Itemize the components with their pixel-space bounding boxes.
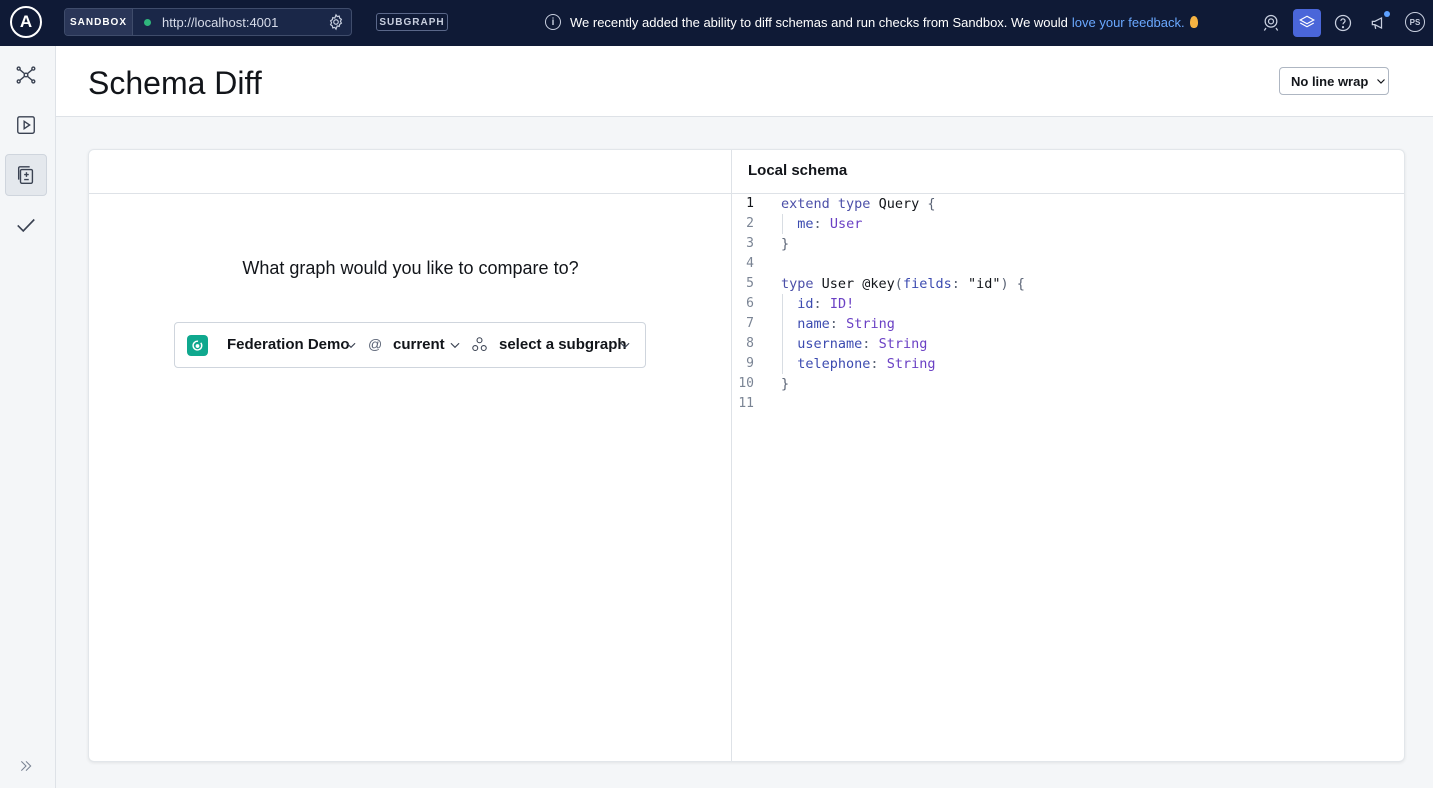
page-header: Schema Diff No line wrap [56,46,1433,117]
line-number: 3 [746,236,754,251]
line-number: 4 [746,256,754,271]
local-schema-header: Local schema [732,150,1404,194]
code-line: 6 id: ID! [732,294,1404,314]
code-line: 1 extend type Query { [732,194,1404,214]
code-line: 3 } [732,234,1404,254]
layers-icon[interactable] [1293,9,1321,37]
connection-status-icon [144,18,151,26]
compare-prompt: What graph would you like to compare to? [242,258,579,278]
graph-logo-icon [187,335,208,356]
expand-sidebar-icon[interactable] [18,758,34,779]
graph-picker: Federation Demo @ current select a subgr… [174,322,646,368]
line-number: 11 [738,396,754,411]
chevron-down-icon [346,342,356,349]
top-bar: A SANDBOX http://localhost:4001 SUBGRAPH… [0,0,1433,46]
sidebar-item-checks[interactable] [5,204,47,246]
line-number: 8 [746,336,754,351]
line-number: 7 [746,316,754,331]
schema-diff-panel: What graph would you like to compare to?… [88,149,1405,762]
line-number: 10 [738,376,754,391]
code-line: 5 type User @key(fields: "id") { [732,274,1404,294]
subgraph-badge: SUBGRAPH [376,13,448,31]
feedback-link[interactable]: love your feedback. [1072,15,1185,30]
local-schema-title: Local schema [748,162,848,179]
line-number: 5 [746,276,754,291]
schema-diff-icon [17,166,34,184]
endpoint-bar: SANDBOX http://localhost:4001 [64,8,352,36]
code-line: 7 name: String [732,314,1404,334]
play-icon [17,116,35,134]
announcement-icon[interactable] [1365,9,1393,37]
help-icon[interactable] [1329,9,1357,37]
chevron-down-icon [620,342,630,349]
code-editor[interactable]: 1 extend type Query { 2 me: User 3 } 4 5… [732,194,1404,414]
chevron-down-icon [1377,79,1386,84]
compare-pane-header [89,150,731,194]
apollo-logo[interactable]: A [10,6,42,38]
graph-select[interactable]: Federation Demo [227,336,350,353]
subgraph-select[interactable]: select a subgraph [499,336,627,353]
sandbox-badge: SANDBOX [65,9,133,35]
lightbulb-icon [1189,16,1198,28]
avatar[interactable]: PS [1405,12,1425,32]
endpoint-url-input[interactable]: http://localhost:4001 [162,15,325,30]
code-line: 2 me: User [732,214,1404,234]
sidebar-item-graph[interactable] [5,54,47,96]
line-wrap-label: No line wrap [1291,73,1369,89]
variant-select[interactable]: current [393,336,445,353]
info-icon: i [545,14,561,30]
sidebar-item-schema-diff[interactable] [5,154,47,196]
notice-text: We recently added the ability to diff sc… [570,14,1068,30]
code-line: 8 username: String [732,334,1404,354]
line-wrap-select[interactable]: No line wrap [1279,67,1389,95]
at-symbol: @ [368,336,383,352]
chevron-down-icon [450,342,460,349]
line-number: 2 [746,216,754,231]
code-line: 10 } [732,374,1404,394]
page-title: Schema Diff [88,65,262,101]
code-line: 4 [732,254,1404,274]
sidebar [0,46,56,788]
ai-icon[interactable] [1257,9,1285,37]
notification-dot-icon [1384,11,1390,17]
code-line: 11 [732,394,1404,414]
local-schema-pane: Local schema 1 extend type Query { 2 me:… [732,150,1404,761]
code-line: 9 telephone: String [732,354,1404,374]
compare-pane: What graph would you like to compare to?… [89,150,732,761]
feedback-notice: i We recently added the ability to diff … [545,12,1198,32]
line-number: 9 [746,356,754,371]
subgraph-icon [472,337,487,352]
graph-icon [16,66,36,84]
checks-icon [17,218,35,233]
settings-icon[interactable] [325,11,347,33]
sidebar-item-explorer[interactable] [5,104,47,146]
line-number: 1 [746,196,754,211]
line-number: 6 [746,296,754,311]
